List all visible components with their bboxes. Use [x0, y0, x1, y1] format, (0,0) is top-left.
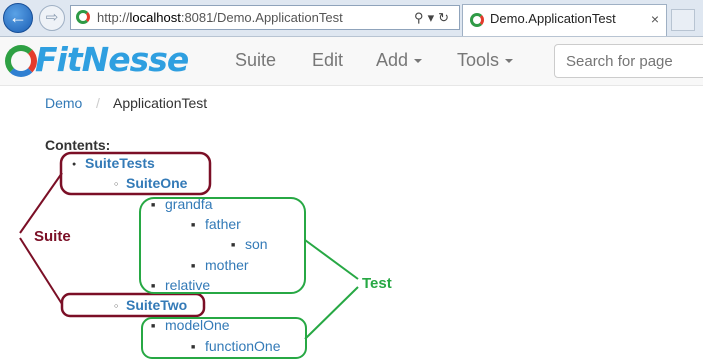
suite-label: Suite [34, 228, 71, 245]
annotation-overlay [19, 151, 359, 359]
test-box-bottom [141, 317, 307, 359]
test-box-top [139, 197, 306, 294]
suite-box-top [59, 151, 212, 196]
suite-box-bottom [60, 292, 206, 318]
test-label: Test [362, 275, 392, 292]
test-annotation [139, 197, 359, 359]
suite-connector-top [19, 172, 63, 234]
test-connector-bottom [304, 286, 359, 340]
test-connector-top [304, 239, 359, 280]
suite-connector-bottom [19, 237, 63, 305]
